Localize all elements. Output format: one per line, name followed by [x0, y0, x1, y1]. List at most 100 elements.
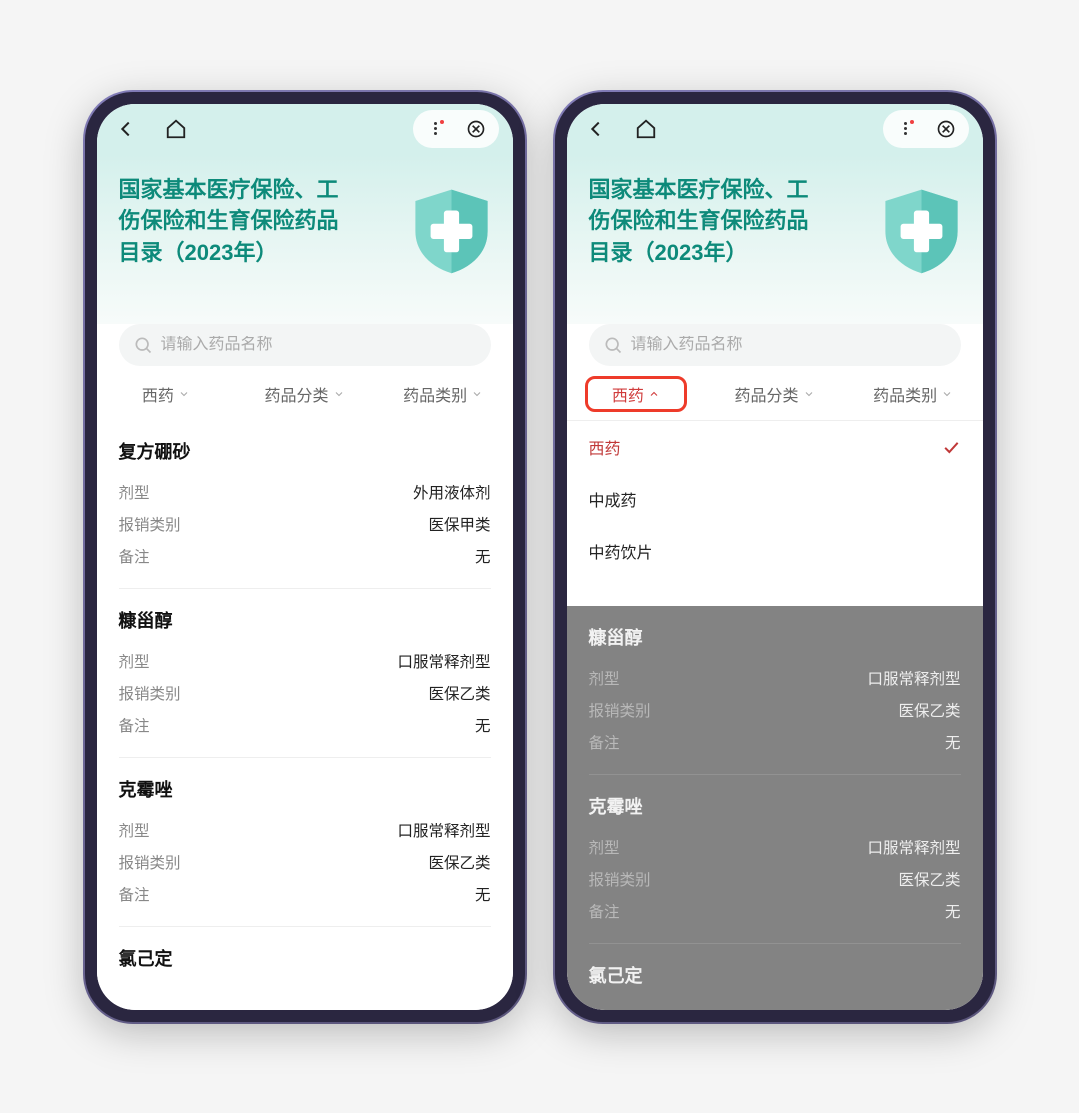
check-icon — [941, 437, 961, 457]
drug-card: 糠甾醇 剂型口服常释剂型 报销类别医保乙类 备注无 — [589, 606, 961, 774]
drug-name: 复方硼砂 — [119, 438, 491, 464]
field-label: 备注 — [589, 900, 620, 922]
chevron-down-icon — [471, 388, 483, 400]
search-input[interactable] — [161, 336, 477, 354]
field-value: 医保乙类 — [428, 851, 490, 873]
field-label: 剂型 — [119, 650, 150, 672]
dropdown-option-western[interactable]: 西药 — [567, 421, 983, 473]
home-icon[interactable] — [161, 114, 191, 144]
drug-list: 复方硼砂 剂型外用液体剂 报销类别医保甲类 备注无 糠甾醇 剂型口服常释剂型 报… — [97, 420, 513, 999]
drug-card: 氯己定 — [589, 943, 961, 1010]
back-icon[interactable] — [581, 114, 611, 144]
capsule-menu — [883, 110, 969, 148]
field-label: 报销类别 — [119, 851, 181, 873]
filter-label: 药品类别 — [873, 382, 937, 406]
search-icon — [603, 335, 623, 355]
dropdown-option-patent[interactable]: 中成药 — [567, 473, 983, 525]
page-title: 国家基本医疗保险、工 伤保险和生育保险药品 目录（2023年） — [589, 174, 859, 270]
screen-left: 国家基本医疗保险、工 伤保险和生育保险药品 目录（2023年） — [97, 104, 513, 1010]
filter-drug-type[interactable]: 西药 — [567, 382, 706, 406]
content-area[interactable]: 国家基本医疗保险、工 伤保险和生育保险药品 目录（2023年） — [97, 154, 513, 1010]
drug-card[interactable]: 复方硼砂 剂型外用液体剂 报销类别医保甲类 备注无 — [119, 420, 491, 588]
dropdown-option-decoction[interactable]: 中药饮片 — [567, 525, 983, 577]
filter-category[interactable]: 药品分类 — [705, 382, 844, 406]
filter-category[interactable]: 药品分类 — [235, 382, 374, 406]
close-icon[interactable] — [461, 114, 491, 144]
page-header: 国家基本医疗保险、工 伤保险和生育保险药品 目录（2023年） — [97, 154, 513, 324]
close-icon[interactable] — [931, 114, 961, 144]
screen-right: 国家基本医疗保险、工 伤保险和生育保险药品 目录（2023年） — [567, 104, 983, 1010]
option-label: 中药饮片 — [589, 539, 653, 563]
title-line: 目录（2023年） — [589, 240, 748, 265]
option-label: 中成药 — [589, 487, 637, 511]
field-label: 备注 — [589, 731, 620, 753]
search-input-wrap[interactable] — [589, 324, 961, 366]
drug-name: 糠甾醇 — [589, 624, 961, 650]
appbar — [567, 104, 983, 154]
title-line: 伤保险和生育保险药品 — [589, 208, 809, 233]
field-value: 无 — [475, 883, 491, 905]
phone-right: 国家基本医疗保险、工 伤保险和生育保险药品 目录（2023年） — [555, 92, 995, 1022]
filter-label: 药品类别 — [403, 382, 467, 406]
filter-bar: 西药 药品分类 药品类别 — [97, 366, 513, 420]
page-header: 国家基本医疗保险、工 伤保险和生育保险药品 目录（2023年） — [567, 154, 983, 324]
chevron-up-icon — [648, 388, 660, 400]
chevron-down-icon — [333, 388, 345, 400]
field-label: 剂型 — [119, 819, 150, 841]
drug-card[interactable]: 氯己定 — [119, 926, 491, 999]
drug-name: 克霉唑 — [589, 793, 961, 819]
chevron-down-icon — [803, 388, 815, 400]
phone-left: 国家基本医疗保险、工 伤保险和生育保险药品 目录（2023年） — [85, 92, 525, 1022]
shield-plus-icon — [874, 182, 969, 277]
chevron-down-icon — [178, 388, 190, 400]
filter-dropdown: 西药 中成药 中药饮片 — [567, 420, 983, 577]
field-label: 剂型 — [589, 667, 620, 689]
search-input[interactable] — [631, 336, 947, 354]
filter-class[interactable]: 药品类别 — [844, 382, 983, 406]
drug-list-dimmed: 糠甾醇 剂型口服常释剂型 报销类别医保乙类 备注无 克霉唑 剂型口服常释剂型 报… — [567, 606, 983, 1010]
field-label: 剂型 — [119, 481, 150, 503]
field-value: 医保乙类 — [898, 868, 960, 890]
title-line: 国家基本医疗保险、工 — [119, 177, 339, 202]
filter-label: 西药 — [612, 382, 644, 406]
drug-name: 克霉唑 — [119, 776, 491, 802]
field-value: 无 — [475, 714, 491, 736]
drug-name: 氯己定 — [589, 962, 961, 988]
field-label: 报销类别 — [119, 682, 181, 704]
field-value: 无 — [945, 900, 961, 922]
drug-name: 氯己定 — [119, 945, 491, 971]
drug-card[interactable]: 克霉唑 剂型 口服常释剂型 报销类别 医保乙类 备注 无 — [119, 757, 491, 926]
more-icon[interactable] — [421, 114, 451, 144]
backdrop-mask[interactable]: 糠甾醇 剂型口服常释剂型 报销类别医保乙类 备注无 克霉唑 剂型口服常释剂型 报… — [567, 606, 983, 1010]
filter-label: 药品分类 — [265, 382, 329, 406]
title-line: 伤保险和生育保险药品 — [119, 208, 339, 233]
home-icon[interactable] — [631, 114, 661, 144]
search-icon — [133, 335, 153, 355]
filter-bar: 西药 药品分类 药品类别 — [567, 366, 983, 420]
field-label: 剂型 — [589, 836, 620, 858]
search-input-wrap[interactable] — [119, 324, 491, 366]
filter-drug-type[interactable]: 西药 — [97, 382, 236, 406]
title-line: 国家基本医疗保险、工 — [589, 177, 809, 202]
field-label: 报销类别 — [589, 699, 651, 721]
field-value: 口服常释剂型 — [397, 819, 490, 841]
field-value: 医保乙类 — [898, 699, 960, 721]
field-label: 备注 — [119, 545, 150, 567]
title-line: 目录（2023年） — [119, 240, 278, 265]
field-label: 备注 — [119, 883, 150, 905]
more-icon[interactable] — [891, 114, 921, 144]
field-value: 口服常释剂型 — [867, 836, 960, 858]
back-icon[interactable] — [111, 114, 141, 144]
capsule-menu — [413, 110, 499, 148]
filter-label: 药品分类 — [735, 382, 799, 406]
content-area[interactable]: 国家基本医疗保险、工 伤保险和生育保险药品 目录（2023年） — [567, 154, 983, 1010]
field-label: 报销类别 — [589, 868, 651, 890]
filter-class[interactable]: 药品类别 — [374, 382, 513, 406]
drug-card[interactable]: 糠甾醇 剂型口服常释剂型 报销类别医保乙类 备注无 — [119, 588, 491, 757]
appbar — [97, 104, 513, 154]
field-value: 口服常释剂型 — [397, 650, 490, 672]
field-value: 外用液体剂 — [413, 481, 491, 503]
chevron-down-icon — [941, 388, 953, 400]
field-value: 医保甲类 — [428, 513, 490, 535]
field-label: 备注 — [119, 714, 150, 736]
